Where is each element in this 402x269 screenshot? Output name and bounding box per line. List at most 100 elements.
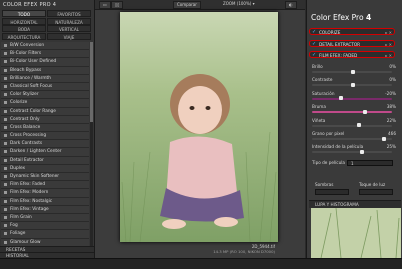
filter-item[interactable]: Color Stylizer (1, 91, 89, 100)
filter-item[interactable]: Bleach Bypass (1, 66, 89, 75)
filter-label: Classical Soft Focus (10, 83, 53, 89)
filter-item[interactable]: Duplex (1, 164, 89, 173)
filter-item[interactable]: Contrast Only (1, 115, 89, 124)
adjustment-slider[interactable]: Bruma 38% (312, 104, 398, 115)
slider-knob[interactable] (357, 123, 362, 128)
category-tab[interactable]: NATURALEZA (47, 17, 91, 25)
filter-item[interactable]: Bi-Color Filters (1, 50, 89, 59)
slider-knob[interactable] (362, 109, 367, 114)
slider-knob[interactable] (351, 82, 355, 87)
shadows-label: Sombras (315, 182, 334, 187)
filter-list-scrollbar[interactable] (90, 42, 93, 250)
filter-header[interactable]: ✓ COLORIZE ▸ ✕ (309, 28, 395, 35)
highlights-label: Toque de luz (359, 182, 386, 187)
filter-item[interactable]: Dynamic Skin Softener (1, 173, 89, 182)
filter-icon (4, 175, 7, 178)
filter-item[interactable]: Bi-Color User Defined (1, 58, 89, 67)
filter-item[interactable]: Film Efex: Vintage (1, 205, 89, 214)
filter-item[interactable]: Cross Processing (1, 132, 89, 141)
filter-label: Bleach Bypass (10, 67, 42, 73)
category-tab[interactable]: VERTICAL (47, 25, 91, 32)
slider-value: 38% (386, 104, 396, 110)
filter-icon (4, 134, 7, 138)
adjustment-slider[interactable]: Saturación -20% (312, 91, 398, 102)
filter-icon (4, 76, 7, 80)
slider-track[interactable] (312, 124, 392, 127)
filter-icon (4, 240, 7, 244)
filter-label: Film Efex: Vintage (10, 206, 49, 212)
scroll-thumb[interactable] (90, 42, 93, 122)
slider-track[interactable] (312, 111, 392, 114)
slider-knob[interactable] (382, 136, 387, 141)
adjustment-slider[interactable]: Contraste 0% (312, 77, 398, 88)
filter-item[interactable]: Film Grain (1, 213, 89, 223)
loupe-histogram-header[interactable]: LUPA Y HISTOGRAMA (309, 200, 401, 208)
filter-label: Colorize (10, 100, 28, 106)
slider-label: Brillo (312, 64, 323, 69)
filter-label: Cross Processing (10, 133, 47, 139)
category-tab[interactable]: FAVORITOS (47, 10, 91, 17)
category-tab[interactable]: ARQUITECTURA (2, 32, 46, 40)
filter-icon (4, 60, 7, 64)
check-icon[interactable]: ✓ (312, 29, 316, 36)
filter-icon (4, 166, 7, 170)
filter-label: Dark Contrasts (10, 141, 43, 147)
film-type-label: Tipo de película (312, 160, 345, 165)
film-type-value: 1 (351, 161, 354, 166)
single-view-button[interactable]: ▭ (99, 1, 111, 9)
filter-item[interactable]: Classical Soft Focus (1, 82, 89, 92)
slider-track[interactable] (312, 97, 392, 100)
category-tab[interactable]: TODO (2, 10, 46, 17)
filter-item[interactable]: Detail Extractor (1, 156, 89, 165)
slider-knob[interactable] (360, 149, 365, 154)
filter-icon (4, 207, 7, 211)
slider-label: Saturación (312, 90, 335, 96)
slider-track[interactable] (312, 151, 392, 154)
filter-label: Bi-Color User Defined (10, 59, 57, 65)
loupe-image (311, 208, 401, 258)
slider-track[interactable] (312, 138, 392, 140)
filter-item[interactable]: Film Efex: Modern (1, 189, 89, 198)
filter-item[interactable]: Film Efex: Faded (1, 181, 89, 190)
filter-item[interactable]: Cross Balance (1, 123, 89, 133)
zoom-select[interactable]: ZOOM (100%) ▾ (223, 1, 255, 7)
highlights-control[interactable] (359, 189, 393, 195)
filter-header[interactable]: ✓ DETAIL EXTRACTOR ▸ ✕ (309, 39, 395, 48)
slider-knob[interactable] (351, 69, 355, 74)
filter-item[interactable]: Contrast Color Range (1, 107, 89, 116)
filter-item[interactable]: Fog (1, 222, 89, 231)
split-view-button[interactable]: ▯▯ (111, 1, 124, 9)
category-tab[interactable]: HORIZONTAL (2, 17, 46, 25)
category-tab[interactable]: VIAJE (47, 32, 91, 40)
check-icon[interactable]: ✓ (312, 52, 316, 59)
category-tab[interactable]: BODA (2, 25, 46, 32)
header-controls-icon[interactable]: ▸ ✕ (385, 41, 392, 48)
adjustment-slider[interactable]: Viñeta 22% (312, 118, 398, 129)
filter-item[interactable]: Colorize (1, 99, 89, 108)
filter-item[interactable]: Foliage (1, 230, 89, 239)
compare-button[interactable]: Comparar (173, 1, 201, 9)
filter-item[interactable]: Darken / Lighten Center (1, 148, 89, 157)
background-toggle[interactable]: ◐ (285, 1, 297, 9)
adjustment-slider[interactable]: Grano por pixel 466 (312, 131, 398, 142)
adjustment-slider[interactable]: Brillo 0% (312, 64, 398, 75)
filter-item[interactable]: Film Efex: Nostalgic (1, 197, 89, 206)
panel-title: COLOR EFEX PRO 4 (3, 2, 57, 8)
filter-item[interactable]: B/W Conversion (1, 42, 89, 51)
filter-label: Darken / Lighten Center (10, 149, 62, 155)
filter-item[interactable]: Brilliance / Warmth (1, 74, 89, 83)
header-controls-icon[interactable]: ▸ ✕ (385, 29, 392, 36)
filter-item[interactable]: Dark Contrasts (1, 140, 89, 149)
filter-label: Color Stylizer (10, 92, 39, 98)
filter-header[interactable]: ✓ FILM EFEX: FADED ▸ ✕ (309, 51, 395, 58)
filter-icon (4, 215, 7, 219)
filter-list-panel: COLOR EFEX PRO 4 TODO FAVORITOS HORIZONTAL… (0, 0, 95, 268)
shadows-control[interactable] (315, 189, 349, 195)
adjustment-slider[interactable]: Intensidad de la película 25% (312, 144, 398, 155)
header-controls-icon[interactable]: ▸ ✕ (385, 52, 392, 59)
slider-knob[interactable] (339, 96, 344, 101)
filter-label: Detail Extractor (10, 157, 44, 163)
film-type-select[interactable]: 1 (347, 160, 393, 166)
filter-label: Foliage (10, 231, 26, 237)
check-icon[interactable]: ✓ (312, 41, 316, 48)
